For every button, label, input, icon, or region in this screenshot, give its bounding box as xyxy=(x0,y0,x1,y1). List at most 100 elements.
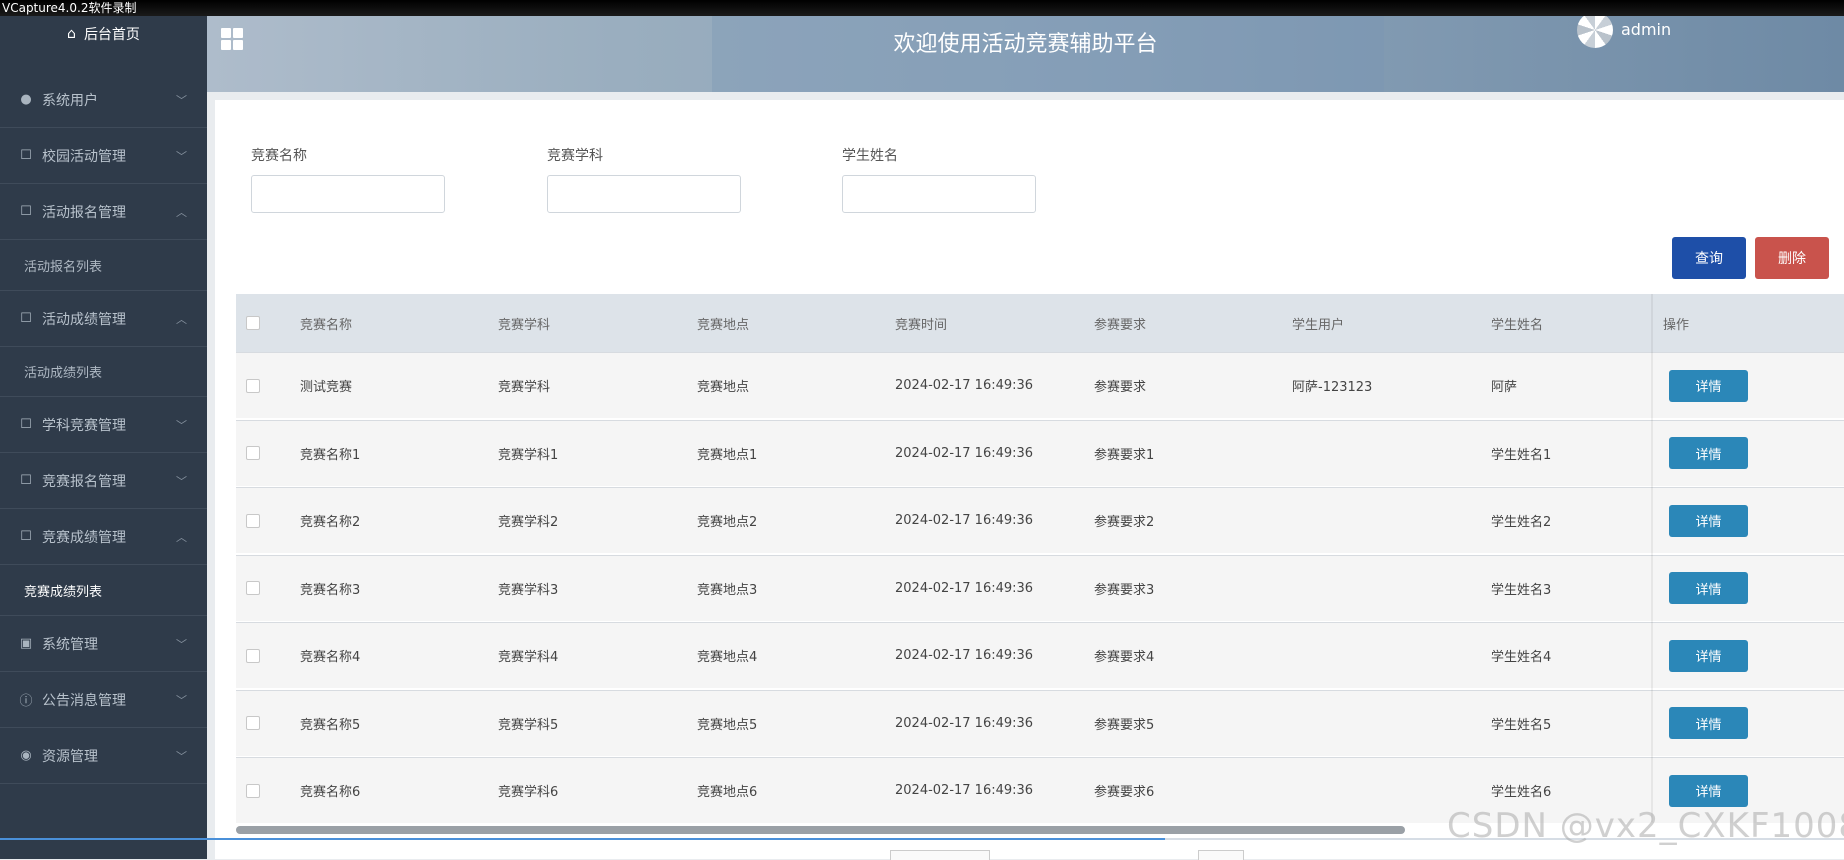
table-cell: 竞赛学科4 xyxy=(498,650,559,665)
table-cell: 竞赛地点1 xyxy=(697,447,758,463)
row-checkbox[interactable] xyxy=(246,513,260,528)
table-cell: 竞赛学科6 xyxy=(498,785,559,800)
table-cell: 2024-02-17 16:49:36 xyxy=(895,648,1034,663)
sidebar-home-label: 后台首页 xyxy=(83,27,140,43)
sidebar-item-resources[interactable]: ◉ 资源管理 ﹀ xyxy=(0,728,207,784)
edit-doc-icon: ☐ xyxy=(20,417,32,432)
sidebar-item-label: 学科竞赛管理 xyxy=(42,417,126,434)
table-cell: 竞赛地点3 xyxy=(697,582,758,598)
sidebar-item-home[interactable]: ⌂ 后台首页 xyxy=(0,16,207,52)
row-checkbox[interactable] xyxy=(246,446,260,460)
column-header: 竞赛时间 xyxy=(895,317,948,333)
sidebar-item-competition-score[interactable]: ☐ 竞赛成绩管理 ︿ xyxy=(0,509,207,565)
chevron-down-icon: ﹀ xyxy=(176,474,187,488)
sidebar-item-activity-score[interactable]: ☐ 活动成绩管理 ︿ xyxy=(0,291,207,347)
table-cell: 2024-02-17 16:49:36 xyxy=(895,445,1034,461)
operation-column-divider xyxy=(1651,294,1653,822)
detail-button[interactable]: 详情 xyxy=(1669,639,1748,672)
chevron-up-icon: ︿ xyxy=(176,312,187,326)
chevron-up-icon: ︿ xyxy=(176,205,187,219)
table-cell: 竞赛名称3 xyxy=(300,582,361,598)
table-cell: 竞赛学科5 xyxy=(498,717,559,733)
row-checkbox[interactable] xyxy=(246,648,260,663)
sidebar-item-system-users[interactable]: ● 系统用户 ﹀ xyxy=(0,72,207,128)
horizontal-scrollbar[interactable] xyxy=(236,826,1405,834)
table-header: 竞赛名称 竞赛学科 竞赛地点 竞赛时间 参赛要求 学生用户 学生姓名 操作 xyxy=(236,294,1844,352)
edit-doc-icon: ☐ xyxy=(20,529,32,544)
sidebar-subitem-activity-score-list[interactable]: 活动成绩列表 xyxy=(0,347,207,397)
table-cell: 参赛要求 xyxy=(1094,380,1147,395)
search-label-competition-subject: 竞赛学科 xyxy=(547,148,603,164)
home-icon: ⌂ xyxy=(67,26,76,42)
avatar[interactable] xyxy=(1577,12,1613,48)
table-cell: 参赛要求2 xyxy=(1094,515,1155,530)
sidebar: ⌂ 后台首页 ● 系统用户 ﹀ ☐ 校园活动管理 ﹀ ☐ 活动报名管理 ︿ 活动… xyxy=(0,0,207,859)
detail-button[interactable]: 详情 xyxy=(1669,572,1748,604)
search-label-competition-name: 竞赛名称 xyxy=(251,148,307,164)
table-cell: 2024-02-17 16:49:36 xyxy=(895,783,1034,798)
sidebar-item-system-management[interactable]: ▣ 系统管理 ﹀ xyxy=(0,616,207,672)
table-cell: 竞赛地点4 xyxy=(697,650,758,665)
chevron-down-icon: ﹀ xyxy=(176,637,187,651)
sidebar-item-label: 公告消息管理 xyxy=(42,692,126,709)
table-cell: 参赛要求5 xyxy=(1094,717,1155,733)
delete-button[interactable]: 删除 xyxy=(1755,237,1829,279)
edit-doc-icon: ☐ xyxy=(20,311,32,326)
table-cell: 竞赛名称5 xyxy=(300,717,361,733)
table-cell: 竞赛学科2 xyxy=(498,515,559,530)
chevron-down-icon: ﹀ xyxy=(176,149,187,163)
detail-button[interactable]: 详情 xyxy=(1669,369,1748,402)
sidebar-item-activity-signup[interactable]: ☐ 活动报名管理 ︿ xyxy=(0,184,207,240)
column-header: 操作 xyxy=(1663,317,1690,333)
table-cell: 学生姓名2 xyxy=(1491,515,1552,530)
sidebar-subitem-label: 活动报名列表 xyxy=(24,260,103,275)
row-checkbox[interactable] xyxy=(246,581,260,595)
table-cell: 参赛要求1 xyxy=(1094,447,1155,463)
sidebar-item-label: 竞赛报名管理 xyxy=(42,473,126,490)
search-label-student-name: 学生姓名 xyxy=(842,148,898,164)
sidebar-subitem-competition-score-list[interactable]: 竞赛成绩列表 xyxy=(0,566,207,616)
table-cell: 阿萨 xyxy=(1491,380,1518,395)
sidebar-item-announcements[interactable]: ⓘ 公告消息管理 ﹀ xyxy=(0,672,207,728)
sidebar-item-label: 竞赛成绩管理 xyxy=(42,529,126,546)
competition-name-input[interactable] xyxy=(251,175,445,213)
query-button[interactable]: 查询 xyxy=(1672,237,1746,279)
table-cell: 竞赛学科 xyxy=(498,380,551,395)
pin-icon: ◉ xyxy=(20,748,32,763)
table-cell: 学生姓名3 xyxy=(1491,582,1552,598)
sidebar-item-campus-activity[interactable]: ☐ 校园活动管理 ﹀ xyxy=(0,128,207,184)
sidebar-item-label: 活动成绩管理 xyxy=(42,311,126,328)
column-header: 竞赛学科 xyxy=(498,317,551,333)
table-cell: 2024-02-17 16:49:36 xyxy=(895,580,1034,596)
recording-banner xyxy=(0,0,1844,16)
sidebar-item-competition-signup[interactable]: ☐ 竞赛报名管理 ﹀ xyxy=(0,453,207,509)
username[interactable]: admin xyxy=(1621,20,1671,39)
edit-doc-icon: ☐ xyxy=(20,204,32,219)
row-checkbox[interactable] xyxy=(246,716,260,730)
table-cell: 竞赛名称2 xyxy=(300,515,361,530)
image-icon: ▣ xyxy=(19,636,33,651)
sidebar-subitem-label: 活动成绩列表 xyxy=(24,366,103,381)
detail-button[interactable]: 详情 xyxy=(1669,504,1748,537)
select-all-checkbox[interactable] xyxy=(246,316,260,330)
sidebar-item-subject-competition[interactable]: ☐ 学科竞赛管理 ﹀ xyxy=(0,397,207,453)
column-header: 学生用户 xyxy=(1292,317,1345,333)
table-row: 竞赛名称4 竞赛学科4 竞赛地点4 2024-02-17 16:49:36 参赛要求4 学… xyxy=(236,622,1844,688)
detail-button[interactable]: 详情 xyxy=(1669,774,1748,807)
table-cell: 竞赛名称4 xyxy=(300,650,361,665)
row-checkbox[interactable] xyxy=(246,378,260,393)
table-cell: 竞赛学科1 xyxy=(498,447,559,463)
detail-button[interactable]: 详情 xyxy=(1669,707,1748,739)
detail-button[interactable]: 详情 xyxy=(1669,437,1748,469)
column-header: 学生姓名 xyxy=(1491,317,1544,333)
row-checkbox[interactable] xyxy=(246,783,260,798)
table-cell: 参赛要求4 xyxy=(1094,650,1155,665)
table-cell: 竞赛名称6 xyxy=(300,785,361,800)
user-icon: ● xyxy=(20,92,32,107)
sidebar-item-label: 校园活动管理 xyxy=(42,148,126,165)
edit-doc-icon: ☐ xyxy=(20,148,32,163)
competition-subject-input[interactable] xyxy=(547,175,741,213)
sidebar-subitem-activity-signup-list[interactable]: 活动报名列表 xyxy=(0,241,207,291)
sidebar-subitem-label: 竞赛成绩列表 xyxy=(24,585,103,600)
student-name-input[interactable] xyxy=(842,175,1036,213)
